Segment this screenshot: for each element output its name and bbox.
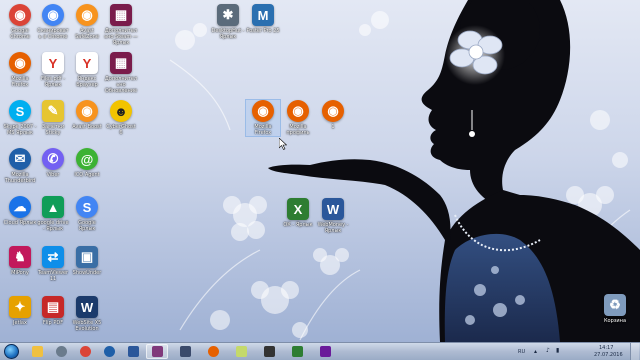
desktop-icon-desktophut[interactable]: ✱ DesktopHut - Ярлык xyxy=(211,4,245,40)
chrome-icon xyxy=(79,346,91,357)
spider-web-icon xyxy=(55,346,67,357)
desktop-icon-website-x5[interactable]: W WebSite X5 Evolution xyxy=(70,296,104,332)
desktop-icon-poster-pro[interactable]: M Poster Pro 25 xyxy=(246,4,280,34)
spider-web-icon: ✱ xyxy=(217,4,239,26)
desktop-icon-teamviewer[interactable]: ⇄ TeamViewer 11 xyxy=(36,246,70,282)
cloud-icon: ☁ xyxy=(9,196,31,218)
excel-icon: X xyxy=(287,198,309,220)
desktop-icon-chrome-scan[interactable]: ◉ Сканировать в Chrome xyxy=(36,4,70,40)
desktop-icon-cloud[interactable]: ☁ Cloud Ярлык xyxy=(3,196,37,226)
desktop-icon-thunderbird[interactable]: ✉ Mozilla Thunderbird xyxy=(3,148,37,184)
desktop-icon-avast-safezone[interactable]: ◉ Avast SafeZone xyxy=(70,4,104,40)
desktop-icon-winrar-2[interactable]: ▦ Дополнительно Обновление xyxy=(104,52,138,94)
desktop-icon-firefox-selected[interactable]: ◉ Mozilla Firefox xyxy=(245,99,281,137)
clock-time[interactable]: 14:17 xyxy=(599,345,613,351)
firefox-icon xyxy=(207,346,219,357)
floppy-disk-icon xyxy=(179,346,191,357)
desktop-icon-showunder[interactable]: ▣ ShowUnder xyxy=(70,246,104,276)
tray-arrow-icon[interactable]: ▴ xyxy=(534,348,537,355)
taskbar-chrome[interactable] xyxy=(74,344,96,359)
desktop-icon-google-link[interactable]: S Google Ярлык xyxy=(70,196,104,232)
chrome-icon: ◉ xyxy=(9,4,31,26)
desktop-icon-yandex[interactable]: Y Яндекс Браузер xyxy=(70,52,104,88)
desktop-icon-cyberghost[interactable]: ☻ CyberGhost 6 xyxy=(104,100,138,136)
desktop-icon-avast-boost[interactable]: ◉ Avast Boost xyxy=(70,100,104,130)
language-indicator[interactable]: RU xyxy=(518,349,525,355)
onenote-icon xyxy=(151,346,163,357)
clock-date[interactable]: 27.07.2016 xyxy=(594,352,623,358)
firefox-icon: ◉ xyxy=(322,100,344,122)
volume-icon[interactable]: ♪ xyxy=(546,347,550,354)
yandex-icon: Y xyxy=(42,52,64,74)
sticky-notes-icon: ✎ xyxy=(42,100,64,122)
desktop-icon-firefox-1[interactable]: ◉ 1 xyxy=(316,100,350,130)
taskbar-explorer[interactable] xyxy=(26,344,48,359)
taskbar-word[interactable] xyxy=(122,344,144,359)
taskbar-save[interactable] xyxy=(174,344,196,359)
word-icon xyxy=(127,346,139,357)
taskbar: RU ▴ ♪ ▮ 14:17 27.07.2016 xyxy=(0,342,640,360)
show-desktop-button[interactable] xyxy=(630,343,639,360)
google-icon: S xyxy=(76,196,98,218)
desktop-icon-icq[interactable]: @ ICQ Agent xyxy=(70,148,104,178)
thunderbird-icon: ✉ xyxy=(9,148,31,170)
desktop-icon-firefox-profile[interactable]: ◉ Mozilla профиль xyxy=(281,100,315,136)
network-icon[interactable]: ▮ xyxy=(556,347,559,354)
google-drive-icon: ▲ xyxy=(42,196,64,218)
taskbar-paint[interactable] xyxy=(286,344,308,359)
desktop-icon-webmoney-word[interactable]: W WebMoney - Ярлык xyxy=(316,198,350,234)
taskbar-spider[interactable] xyxy=(50,344,72,359)
jetlax-icon: ✦ xyxy=(9,296,31,318)
camera-icon xyxy=(263,346,275,357)
skype-icon: S xyxy=(9,100,31,122)
notes-icon xyxy=(235,346,247,357)
mipony-icon: ♞ xyxy=(9,246,31,268)
desktop-icon-files-pdf[interactable]: Y Files pdf - Ярлык xyxy=(36,52,70,88)
yandex-icon: Y xyxy=(76,52,98,74)
chrome-icon: ◉ xyxy=(42,4,64,26)
poster-pro-icon: M xyxy=(252,4,274,26)
ghost-icon: ☻ xyxy=(110,100,132,122)
taskbar-onenote[interactable] xyxy=(146,344,168,359)
desktop-icon-mipony[interactable]: ♞ MiPony xyxy=(3,246,37,276)
start-button[interactable] xyxy=(4,344,19,359)
thunderbird-icon xyxy=(103,346,115,357)
desktop-icon-mozilla-firefox[interactable]: ◉ Mozilla Firefox xyxy=(3,52,37,88)
winrar-icon: ▦ xyxy=(110,52,132,74)
desktop-icon-flip-pdf[interactable]: ▤ Flip PDF xyxy=(36,296,70,326)
taskbar-camera[interactable] xyxy=(258,344,280,359)
viber-icon: ✆ xyxy=(42,148,64,170)
mouse-cursor-icon xyxy=(279,138,287,150)
desktop: ◉ Google Chrome ◉ Сканировать в Chrome ◉… xyxy=(0,0,640,342)
pdf-icon: ▤ xyxy=(42,296,64,318)
app-icon: ▣ xyxy=(76,246,98,268)
teamviewer-icon: ⇄ xyxy=(42,246,64,268)
desktop-icon-google-drive[interactable]: ▲ google drive - Ярлык xyxy=(36,196,70,232)
taskbar-gallery[interactable] xyxy=(314,344,336,359)
paint-icon xyxy=(291,346,303,357)
desktop-icon-sticky[interactable]: ✎ Заметки Sticky xyxy=(36,100,70,136)
firefox-icon: ◉ xyxy=(252,100,274,122)
website-x5-icon: W xyxy=(76,296,98,318)
gallery-icon xyxy=(319,346,331,357)
icq-icon: @ xyxy=(76,148,98,170)
taskbar-notes[interactable] xyxy=(230,344,252,359)
desktop-icon-google-chrome[interactable]: ◉ Google Chrome xyxy=(3,4,37,40)
firefox-icon: ◉ xyxy=(287,100,309,122)
folder-icon xyxy=(31,346,43,357)
taskbar-thunderbird[interactable] xyxy=(98,344,120,359)
taskbar-firefox[interactable] xyxy=(202,344,224,359)
winrar-icon: ▦ xyxy=(110,4,132,26)
desktop-icon-winrar-1[interactable]: ▦ Дополнительно Steam — Ярлык xyxy=(104,4,138,46)
avast-icon: ◉ xyxy=(76,100,98,122)
desktop-icon-jetlax[interactable]: ✦ Jetlax xyxy=(3,296,37,326)
word-icon: W xyxy=(322,198,344,220)
desktop-icon-ok-excel[interactable]: X ОК - Ярлык xyxy=(281,198,315,228)
desktop-icon-viber[interactable]: ✆ Viber xyxy=(36,148,70,178)
desktop-icon-skype[interactable]: S Skype 2007 - MS Ярлык xyxy=(3,100,37,136)
firefox-icon: ◉ xyxy=(9,52,31,74)
desktop-icon-recycle-bin[interactable]: ♻ Корзина xyxy=(598,294,632,324)
recycle-bin-icon: ♻ xyxy=(604,294,626,316)
avast-icon: ◉ xyxy=(76,4,98,26)
